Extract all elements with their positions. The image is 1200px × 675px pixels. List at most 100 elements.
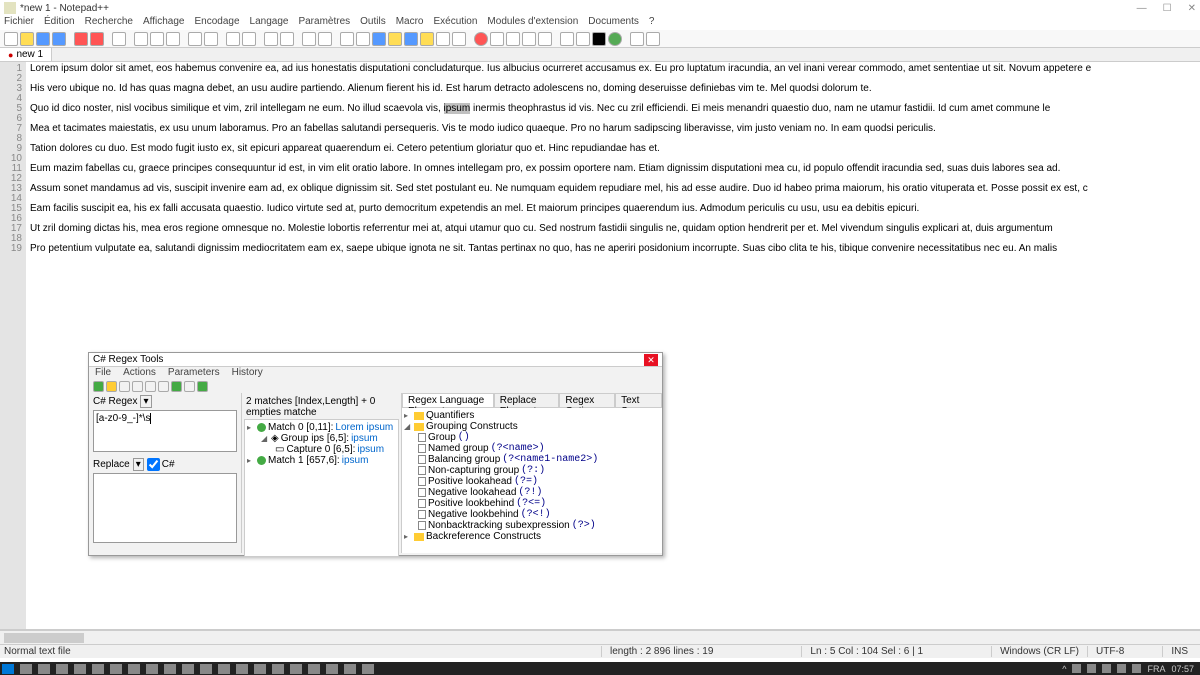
new-file-icon[interactable] [4,32,18,46]
close-file-icon[interactable] [74,32,88,46]
step-icon[interactable] [184,381,195,392]
tab-replace-elements[interactable]: Replace Elements [494,393,560,407]
regex-textbox[interactable]: [a-z0-9_-]*\s [93,410,237,452]
task-icon[interactable] [254,664,266,674]
task-icon[interactable] [164,664,176,674]
print-icon[interactable] [112,32,126,46]
stop-icon[interactable] [490,32,504,46]
menu-execution[interactable]: Exécution [434,16,478,30]
save-macro-icon[interactable] [538,32,552,46]
menu-documents[interactable]: Documents [588,16,639,30]
copy-icon[interactable] [150,32,164,46]
menu-affichage[interactable]: Affichage [143,16,185,30]
tray-up-icon[interactable]: ^ [1062,664,1066,674]
menu-outils[interactable]: Outils [360,16,386,30]
menu-edition[interactable]: Édition [44,16,75,30]
replace-icon[interactable] [242,32,256,46]
zoom-in-icon[interactable] [264,32,278,46]
show-symbol-icon[interactable] [318,32,332,46]
tab-regex-options[interactable]: Regex Options [559,393,615,407]
close-all-icon[interactable] [90,32,104,46]
task-icon[interactable] [344,664,356,674]
task-icon[interactable] [20,664,32,674]
copy-icon[interactable] [119,381,130,392]
task-icon[interactable] [362,664,374,674]
function-list-icon[interactable] [404,32,418,46]
tab-new1[interactable]: ● new 1 [0,48,52,61]
menu-encodage[interactable]: Encodage [194,16,239,30]
cut-icon[interactable] [134,32,148,46]
cs-checkbox[interactable] [147,458,160,471]
task-icon[interactable] [182,664,194,674]
task-icon[interactable] [38,664,50,674]
replace-mode-dropdown[interactable]: ▾ [133,458,144,471]
tray-language[interactable]: FRA [1147,664,1165,674]
refresh-icon[interactable] [106,381,117,392]
menu-help[interactable]: ? [649,16,655,30]
task-icon[interactable] [110,664,122,674]
plugin5-icon[interactable] [630,32,644,46]
doc-map-icon[interactable] [436,32,450,46]
menu-langage[interactable]: Langage [250,16,289,30]
replace-textbox[interactable] [93,473,237,543]
save-all-icon[interactable] [52,32,66,46]
plugin2-icon[interactable] [576,32,590,46]
play-icon[interactable] [506,32,520,46]
forward-icon[interactable] [171,381,182,392]
task-icon[interactable] [56,664,68,674]
plugin4-icon[interactable] [608,32,622,46]
task-icon[interactable] [326,664,338,674]
menu-macro[interactable]: Macro [396,16,424,30]
task-icon[interactable] [272,664,284,674]
start-button[interactable] [2,664,14,674]
menu-parametres[interactable]: Paramètres [298,16,350,30]
tray-icon[interactable] [1117,664,1126,673]
dlg-menu-file[interactable]: File [95,367,111,379]
record-icon[interactable] [474,32,488,46]
horizontal-scrollbar[interactable] [0,630,1200,644]
menu-recherche[interactable]: Recherche [85,16,133,30]
dialog-close-button[interactable]: ✕ [644,354,658,366]
close-button[interactable]: ✕ [1188,3,1196,14]
run-icon[interactable] [93,381,104,392]
folder-icon[interactable] [420,32,434,46]
task-icon[interactable] [290,664,302,674]
tray-icon[interactable] [1087,664,1096,673]
tray-icon[interactable] [1102,664,1111,673]
dlg-menu-parameters[interactable]: Parameters [168,367,220,379]
dlg-menu-history[interactable]: History [232,367,263,379]
task-icon[interactable] [92,664,104,674]
paste-icon[interactable] [132,381,143,392]
tray-icon[interactable] [1132,664,1141,673]
wordwrap-icon[interactable] [302,32,316,46]
open-icon[interactable] [158,381,169,392]
paste-icon[interactable] [166,32,180,46]
minimize-button[interactable]: — [1137,3,1147,14]
open-file-icon[interactable] [20,32,34,46]
indent-icon[interactable] [340,32,354,46]
tab-text-source[interactable]: Text Source [615,393,662,407]
task-icon[interactable] [218,664,230,674]
save-icon[interactable] [36,32,50,46]
matches-tree[interactable]: ▸Match 0 [0,11]: Lorem ipsum ◢◈Group ips… [244,419,399,557]
menu-fichier[interactable]: Fichier [4,16,34,30]
comment-icon[interactable] [372,32,386,46]
task-icon[interactable] [128,664,140,674]
search-icon[interactable] [226,32,240,46]
zoom-out-icon[interactable] [280,32,294,46]
play-multi-icon[interactable] [522,32,536,46]
dlg-menu-actions[interactable]: Actions [123,367,156,379]
monitor-icon[interactable] [452,32,466,46]
menu-modules[interactable]: Modules d'extension [487,16,578,30]
dialog-titlebar[interactable]: C# Regex Tools ✕ [89,353,662,367]
uncomment-icon[interactable] [388,32,402,46]
task-icon[interactable] [146,664,158,674]
plugin3-icon[interactable] [592,32,606,46]
outdent-icon[interactable] [356,32,370,46]
task-icon[interactable] [236,664,248,674]
replay-icon[interactable] [197,381,208,392]
save-icon[interactable] [145,381,156,392]
plugin6-icon[interactable] [646,32,660,46]
task-icon[interactable] [200,664,212,674]
redo-icon[interactable] [204,32,218,46]
